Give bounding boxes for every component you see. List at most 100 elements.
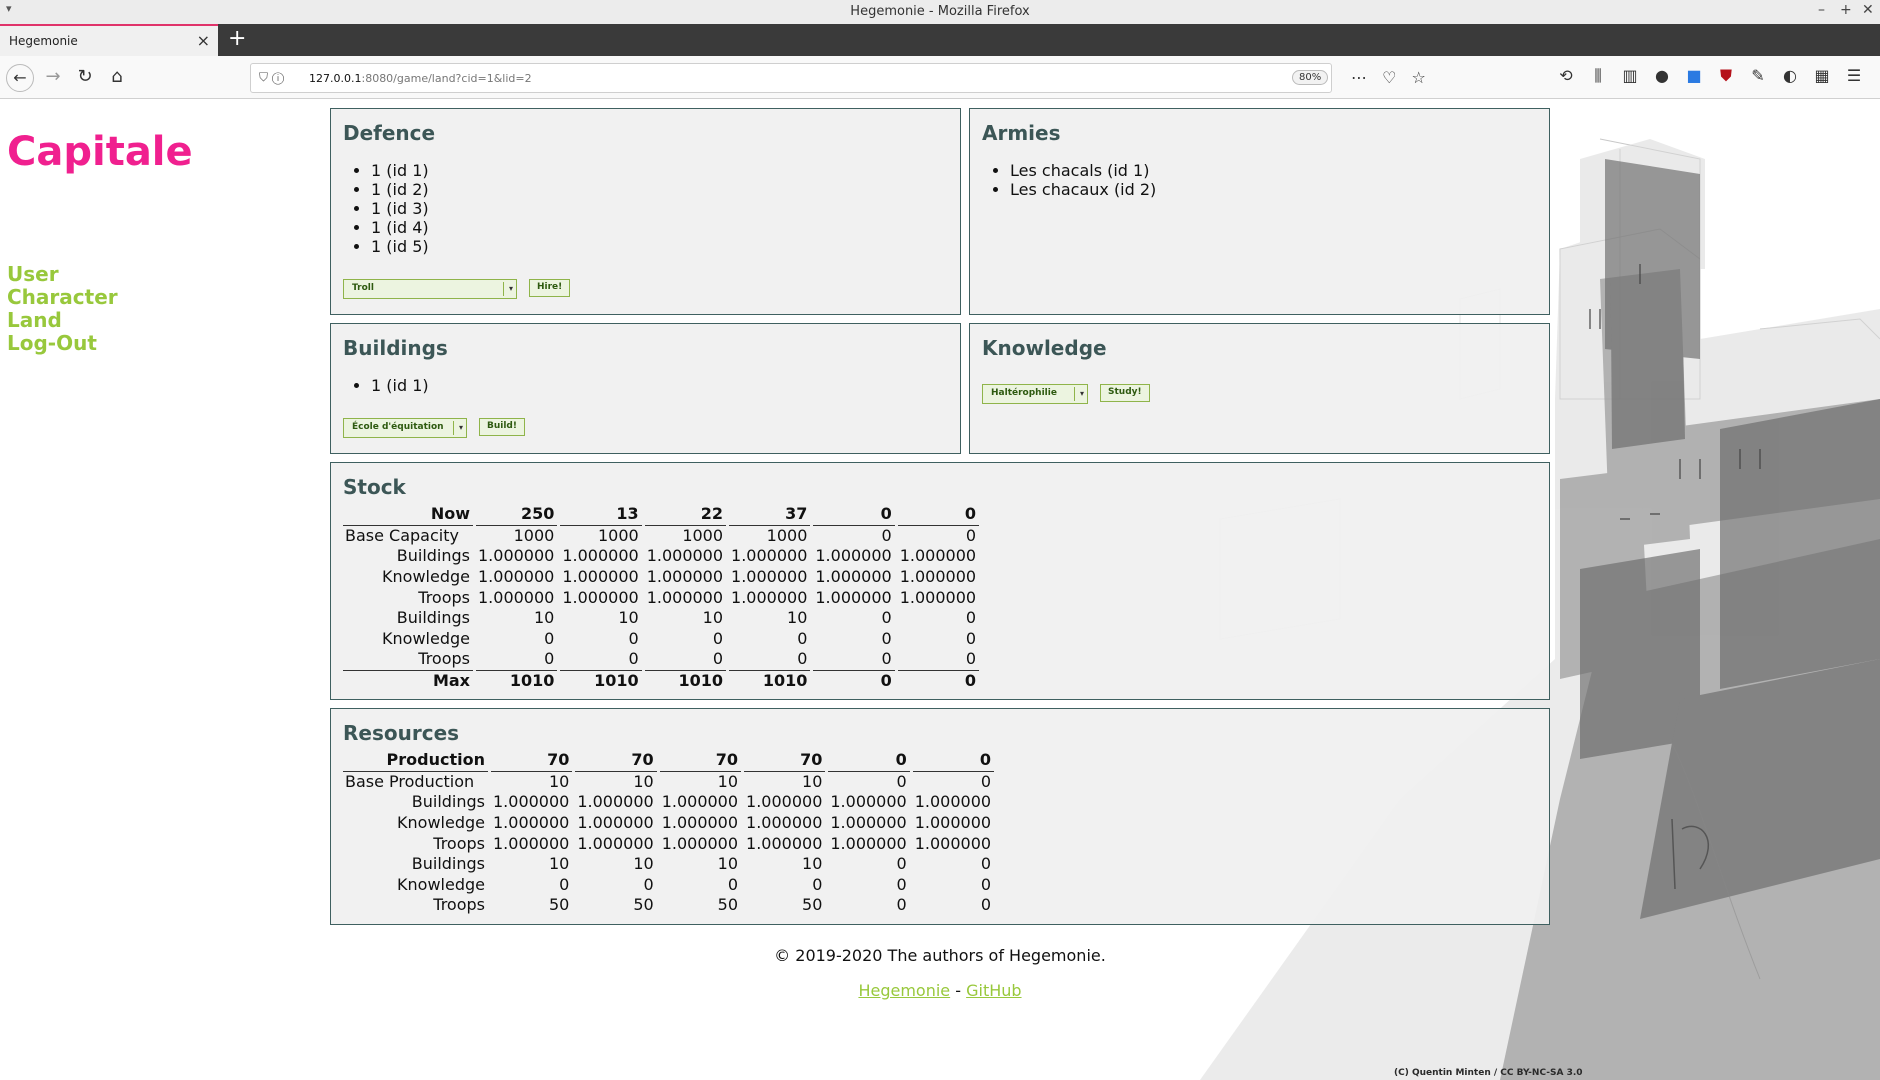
page-actions-icon[interactable]: ⋯ xyxy=(1351,68,1367,87)
chevron-down-icon: ▾ xyxy=(508,284,513,293)
row-label: Knowledge xyxy=(382,567,470,587)
history-icon[interactable]: ⟲ xyxy=(1550,66,1582,85)
hamburger-menu-icon[interactable]: ☰ xyxy=(1838,66,1870,85)
select-value: Haltérophilie xyxy=(991,388,1057,398)
maximize-icon[interactable]: + xyxy=(1840,2,1852,18)
tab-hegemonie[interactable]: Hegemonie × xyxy=(0,24,218,56)
list-item[interactable]: Les chacals (id 1) xyxy=(1010,161,1156,180)
list-item[interactable]: Les chacaux (id 2) xyxy=(1010,180,1156,199)
menu-link-character[interactable]: Character xyxy=(7,286,118,309)
table-row: Troops 0 0 0 0 0 0 xyxy=(343,649,979,670)
extension-bars-icon[interactable]: ▦ xyxy=(1806,66,1838,85)
minimize-icon[interactable]: – xyxy=(1818,2,1825,18)
sidebar-icon[interactable]: ▥ xyxy=(1614,66,1646,85)
table-cell: 0 xyxy=(896,895,907,915)
table-cell: 50 xyxy=(802,895,823,915)
list-item: 1 (id 5) xyxy=(371,237,429,256)
list-item: 1 (id 1) xyxy=(371,161,429,180)
table-cell: 10 xyxy=(802,854,823,874)
table-cell: 10 xyxy=(717,771,739,791)
build-button[interactable]: Build! xyxy=(479,418,525,436)
extension-blue-icon[interactable]: ■ xyxy=(1678,66,1710,85)
table-cell: 1.000000 xyxy=(731,587,808,607)
table-row: Knowledge 0 0 0 0 0 0 xyxy=(343,629,979,650)
table-cell: 10 xyxy=(633,771,654,791)
footer-links: Hegemonie - GitHub xyxy=(0,981,1880,1000)
table-row: Buildings 1.000000 1.000000 1.000000 1.00000… xyxy=(343,546,979,567)
url-host: 127.0.0.1 xyxy=(309,72,362,85)
zoom-level-badge[interactable]: 80% xyxy=(1292,70,1329,85)
extension-icon[interactable]: ✎ xyxy=(1742,66,1774,85)
forward-arrow-icon[interactable]: → xyxy=(40,64,66,90)
table-cell: 1.000000 xyxy=(731,567,808,587)
menu-link-logout[interactable]: Log-Out xyxy=(7,332,118,355)
table-cell: 10 xyxy=(787,608,808,628)
knowledge-type-select[interactable]: Haltérophilie ▾ xyxy=(982,384,1088,404)
table-cell: 1.000000 xyxy=(577,833,654,853)
table-cell: 1.000000 xyxy=(899,546,977,566)
unit-type-select[interactable]: Troll ▾ xyxy=(343,279,517,299)
row-label: Troops xyxy=(433,895,485,915)
table-row: Troops 1.000000 1.000000 1.000000 1.000000 1.… xyxy=(343,833,994,854)
account-icon[interactable]: ● xyxy=(1646,66,1678,85)
hegemonie-link[interactable]: Hegemonie xyxy=(858,981,950,1000)
new-tab-icon[interactable]: + xyxy=(228,26,246,51)
table-row: Troops 50 50 50 50 0 0 xyxy=(343,895,994,916)
building-type-select[interactable]: École d'équitation ▾ xyxy=(343,418,467,438)
knowledge-panel: Knowledge Haltérophilie ▾ Study! xyxy=(969,323,1550,454)
table-cell: 10 xyxy=(633,854,654,874)
ublock-icon[interactable]: ⛊ xyxy=(1710,66,1742,86)
site-info-icon[interactable]: ⛉ ⓘ xyxy=(259,70,284,85)
row-label: Buildings xyxy=(411,854,485,874)
row-label: Max xyxy=(343,669,473,692)
window-title: Hegemonie - Mozilla Firefox xyxy=(850,4,1030,19)
row-label: Buildings xyxy=(396,546,470,566)
table-header-row: Now 250 13 22 37 0 0 xyxy=(343,504,980,526)
home-icon[interactable]: ⌂ xyxy=(104,64,130,90)
table-cell: 0 xyxy=(544,628,555,648)
back-arrow-icon[interactable]: ← xyxy=(6,64,34,92)
pocket-icon[interactable]: ♡ xyxy=(1382,68,1396,87)
library-icon[interactable]: ⫼ xyxy=(1582,66,1614,86)
table-header-cell: Production xyxy=(343,750,488,772)
table-cell: 1.000000 xyxy=(899,567,977,587)
table-header-cell: 13 xyxy=(560,504,642,526)
extension-dark-icon[interactable]: ◐ xyxy=(1774,66,1806,85)
copyright-text: © 2019-2020 The authors of Hegemonie. xyxy=(774,946,1106,965)
table-cell: 50 xyxy=(717,895,739,915)
table-cell: 1.000000 xyxy=(661,813,739,833)
table-cell: 10 xyxy=(533,608,555,628)
table-cell: 10 xyxy=(702,608,724,628)
table-row: Knowledge 1.000000 1.000000 1.000000 1.00000… xyxy=(343,813,994,834)
table-header-cell: 70 xyxy=(659,750,742,772)
tab-close-icon[interactable]: × xyxy=(197,31,210,50)
defence-panel: Defence 1 (id 1) 1 (id 2) 1 (id 3) 1 (id… xyxy=(330,108,961,315)
menu-link-user[interactable]: User xyxy=(7,263,118,286)
table-cell: 0 xyxy=(980,895,992,915)
table-cell: 1.000000 xyxy=(830,792,907,812)
menu-link-land[interactable]: Land xyxy=(7,309,118,332)
row-label: Base Capacity xyxy=(345,525,459,545)
stock-table: Now 250 13 22 37 0 0 Base Capacity 1000 10… xyxy=(340,504,982,691)
table-cell: 1.000000 xyxy=(815,587,892,607)
reload-icon[interactable]: ↻ xyxy=(72,64,98,90)
url-bar[interactable]: ⛉ ⓘ 127.0.0.1:8080/game/land?cid=1&lid=2… xyxy=(250,63,1426,93)
table-cell: 1.000000 xyxy=(493,813,570,833)
table-cell: 0 xyxy=(544,649,555,669)
hire-button[interactable]: Hire! xyxy=(529,279,571,297)
study-button[interactable]: Study! xyxy=(1100,384,1150,402)
row-label: Troops xyxy=(418,587,470,607)
table-cell: 1000 xyxy=(766,525,808,545)
table-cell: 1.000000 xyxy=(746,813,823,833)
table-cell: 1.000000 xyxy=(815,546,892,566)
table-cell: 0 xyxy=(980,874,992,894)
tab-title: Hegemonie xyxy=(9,34,78,48)
table-header-cell: 70 xyxy=(575,750,657,772)
github-link[interactable]: GitHub xyxy=(966,981,1021,1000)
close-window-icon[interactable]: ✕ xyxy=(1862,2,1874,18)
table-cell: 10 xyxy=(548,854,570,874)
table-cell: 1010 xyxy=(729,669,811,692)
row-label: Knowledge xyxy=(382,628,470,648)
bookmark-star-icon[interactable]: ☆ xyxy=(1412,68,1426,87)
resources-title: Resources xyxy=(343,721,460,745)
